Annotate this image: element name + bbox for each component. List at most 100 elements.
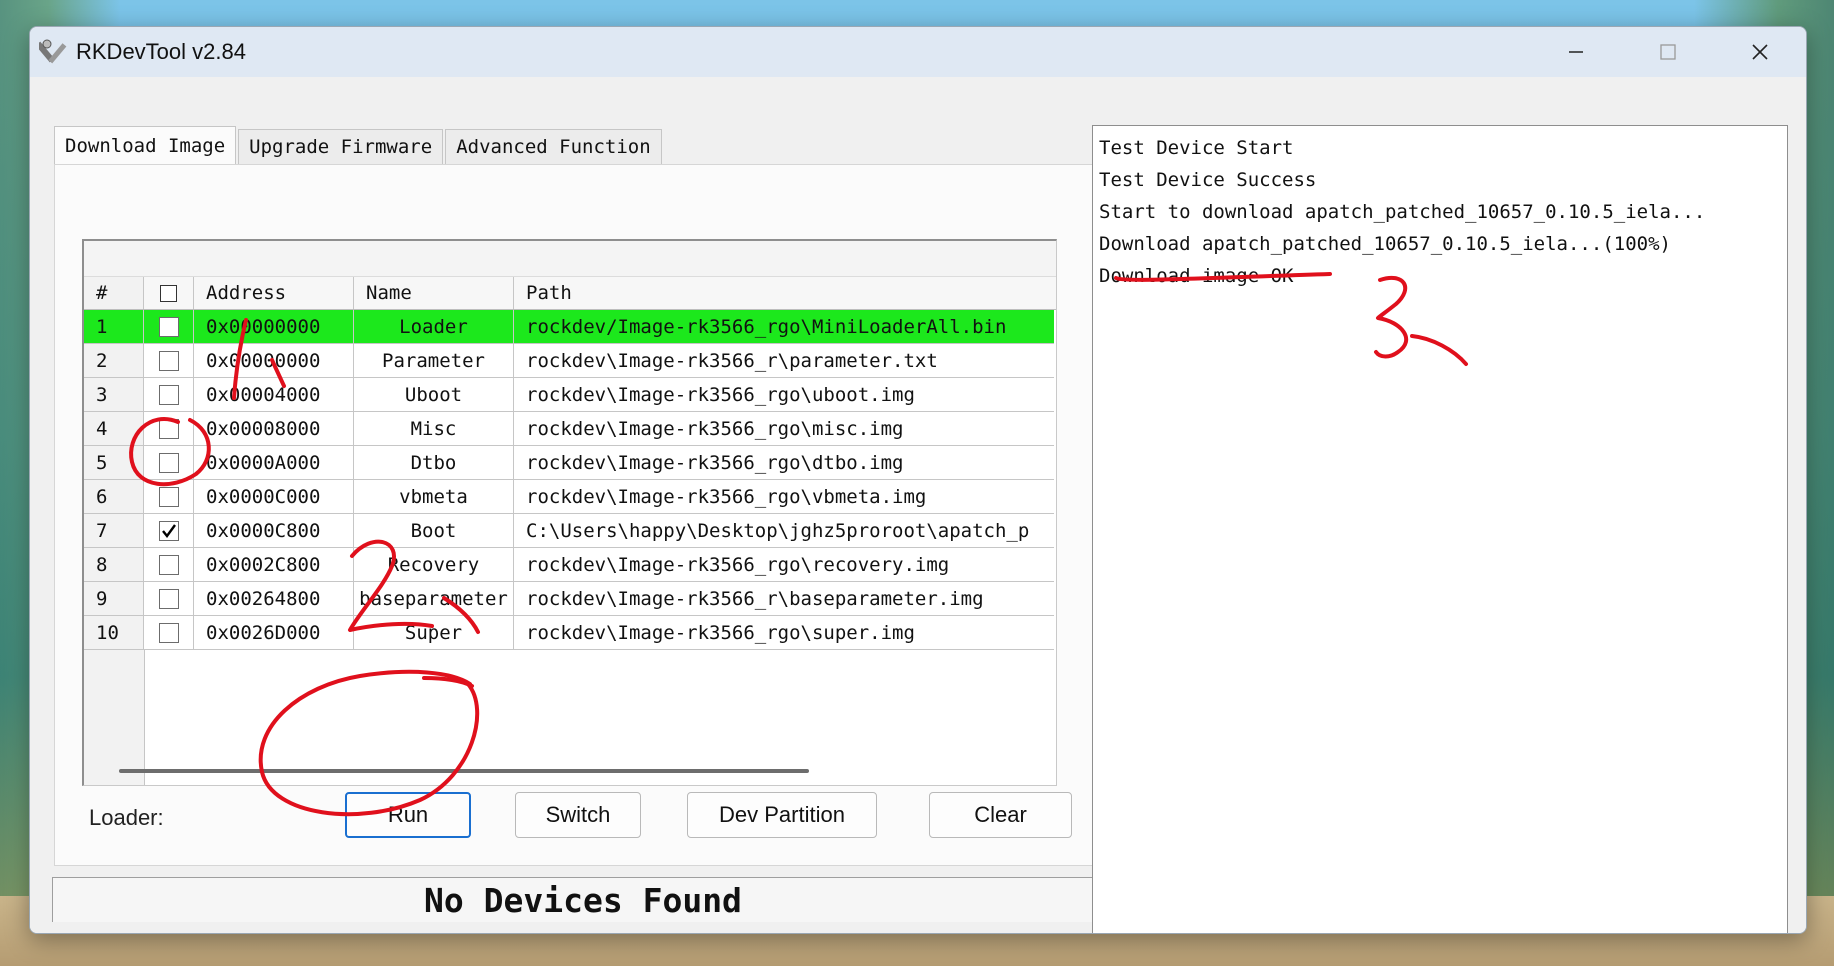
row-path[interactable]: rockdev\Image-rk3566_rgo\super.img <box>514 616 1054 650</box>
log-line: Test Device Success <box>1099 169 1317 191</box>
row-number: 9 <box>84 582 144 616</box>
horizontal-scrollbar[interactable] <box>119 769 809 773</box>
minimize-icon[interactable] <box>1530 27 1622 77</box>
close-icon[interactable] <box>1714 27 1806 77</box>
row-name[interactable]: Uboot <box>354 378 514 412</box>
row-name[interactable]: baseparameter <box>354 582 514 616</box>
row-path[interactable]: rockdev\Image-rk3566_r\baseparameter.img <box>514 582 1054 616</box>
row-name[interactable]: Dtbo <box>354 446 514 480</box>
row-path[interactable]: rockdev\Image-rk3566_r\parameter.txt <box>514 344 1054 378</box>
row-address[interactable]: 0x0000C800 <box>194 514 354 548</box>
row-checkbox-cell[interactable] <box>144 548 194 582</box>
log-line: Download image OK <box>1099 265 1294 287</box>
header-name: Name <box>354 277 514 309</box>
row-path[interactable]: rockdev\Image-rk3566_rgo\recovery.img <box>514 548 1054 582</box>
row-address[interactable]: 0x00000000 <box>194 344 354 378</box>
row-name[interactable]: Loader <box>354 310 514 344</box>
tab-upgrade-firmware[interactable]: Upgrade Firmware <box>238 129 444 165</box>
row-checkbox[interactable] <box>158 316 179 337</box>
dev-partition-button[interactable]: Dev Partition <box>687 792 877 838</box>
header-path: Path <box>526 282 572 304</box>
row-path[interactable]: C:\Users\happy\Desktop\jghz5proroot\apat… <box>514 514 1054 548</box>
row-name[interactable]: Recovery <box>354 548 514 582</box>
tab-download-image[interactable]: Download Image <box>54 126 237 166</box>
row-path[interactable]: rockdev\Image-rk3566_rgo\dtbo.img <box>514 446 1054 480</box>
row-name[interactable]: Misc <box>354 412 514 446</box>
row-checkbox-cell[interactable] <box>144 616 194 650</box>
row-checkbox[interactable] <box>158 588 179 609</box>
row-checkbox[interactable] <box>158 486 179 507</box>
row-number: 2 <box>84 344 144 378</box>
title-bar[interactable]: RKDevTool v2.84 <box>30 27 1806 77</box>
row-name[interactable]: vbmeta <box>354 480 514 514</box>
log-line: Start to download apatch_patched_10657_0… <box>1099 201 1706 223</box>
row-checkbox-cell[interactable] <box>144 514 194 548</box>
window-controls <box>1530 27 1806 77</box>
status-bar: No Devices Found <box>52 877 1114 922</box>
row-path[interactable]: rockdev/Image-rk3566_rgo\MiniLoaderAll.b… <box>514 310 1054 344</box>
row-checkbox[interactable] <box>158 418 179 439</box>
window-title: RKDevTool v2.84 <box>76 39 246 64</box>
table-row[interactable]: 4 0x00008000 Misc rockdev\Image-rk3566_rgo\… <box>84 412 1056 446</box>
row-address[interactable]: 0x0000A000 <box>194 446 354 480</box>
table-row[interactable]: 7 0x0000C800 Boot C:\Users\happy\Desktop\jg… <box>84 514 1056 548</box>
grid-top-strip <box>84 241 1056 277</box>
header-num: # <box>84 277 144 309</box>
row-checkbox[interactable] <box>158 384 179 405</box>
row-address[interactable]: 0x00000000 <box>194 310 354 344</box>
table-row[interactable]: 3 0x00004000 Uboot rockdev\Image-rk3566_rgo… <box>84 378 1056 412</box>
row-checkbox[interactable] <box>158 554 179 575</box>
client-area: Download Image Upgrade Firmware Advanced… <box>30 77 1806 933</box>
log-output[interactable]: Test Device Start Test Device Success Star… <box>1092 125 1788 933</box>
table-row[interactable]: 6 0x0000C000 vbmeta rockdev\Image-rk3566_rg… <box>84 480 1056 514</box>
switch-button[interactable]: Switch <box>515 792 641 838</box>
run-button[interactable]: Run <box>345 792 471 838</box>
row-checkbox-cell[interactable] <box>144 344 194 378</box>
clear-button[interactable]: Clear <box>929 792 1072 838</box>
row-checkbox-cell[interactable] <box>144 310 194 344</box>
row-path[interactable]: rockdev\Image-rk3566_rgo\vbmeta.img <box>514 480 1054 514</box>
row-number: 4 <box>84 412 144 446</box>
row-address[interactable]: 0x0002C800 <box>194 548 354 582</box>
tab-strip: Download Image Upgrade Firmware Advanced… <box>54 125 664 166</box>
table-row[interactable]: 8 0x0002C800 Recovery rockdev\Image-rk3566_… <box>84 548 1056 582</box>
tab-advanced-function[interactable]: Advanced Function <box>445 129 662 165</box>
table-row[interactable]: 5 0x0000A000 Dtbo rockdev\Image-rk3566_rgo\… <box>84 446 1056 480</box>
row-checkbox-cell[interactable] <box>144 480 194 514</box>
row-checkbox[interactable] <box>158 452 179 473</box>
checkmark-icon <box>161 523 176 538</box>
header-address: Address <box>194 277 354 309</box>
row-address[interactable]: 0x00008000 <box>194 412 354 446</box>
partition-grid: # Address Name Path 1 0x00000000 Loader roc… <box>82 239 1057 786</box>
row-address[interactable]: 0x00004000 <box>194 378 354 412</box>
download-image-panel: # Address Name Path 1 0x00000000 Loader roc… <box>54 164 1114 866</box>
loader-label: Loader: <box>89 805 164 830</box>
row-checkbox-cell[interactable] <box>144 582 194 616</box>
row-number: 1 <box>84 310 144 344</box>
row-address[interactable]: 0x0000C000 <box>194 480 354 514</box>
row-name[interactable]: Parameter <box>354 344 514 378</box>
row-checkbox-cell[interactable] <box>144 412 194 446</box>
maximize-icon[interactable] <box>1622 27 1714 77</box>
row-checkbox[interactable] <box>158 520 179 541</box>
row-number: 10 <box>84 616 144 650</box>
header-select-all[interactable] <box>144 277 194 309</box>
table-row[interactable]: 9 0x00264800 baseparameter rockdev\Image-rk… <box>84 582 1056 616</box>
table-row[interactable]: 1 0x00000000 Loader rockdev/Image-rk3566_rg… <box>84 310 1056 344</box>
row-checkbox[interactable] <box>158 350 179 371</box>
row-name[interactable]: Super <box>354 616 514 650</box>
row-address[interactable]: 0x00264800 <box>194 582 354 616</box>
select-all-checkbox[interactable] <box>160 284 177 302</box>
row-name[interactable]: Boot <box>354 514 514 548</box>
row-number: 8 <box>84 548 144 582</box>
row-address[interactable]: 0x0026D000 <box>194 616 354 650</box>
grid-rows: 1 0x00000000 Loader rockdev/Image-rk3566_rg… <box>84 310 1056 650</box>
table-row[interactable]: 2 0x00000000 Parameter rockdev\Image-rk3566… <box>84 344 1056 378</box>
row-path[interactable]: rockdev\Image-rk3566_rgo\uboot.img <box>514 378 1054 412</box>
table-row[interactable]: 10 0x0026D000 Super rockdev\Image-rk3566_rg… <box>84 616 1056 650</box>
row-checkbox-cell[interactable] <box>144 446 194 480</box>
row-checkbox[interactable] <box>158 622 179 643</box>
row-checkbox-cell[interactable] <box>144 378 194 412</box>
row-path[interactable]: rockdev\Image-rk3566_rgo\misc.img <box>514 412 1054 446</box>
rkdevtool-window: RKDevTool v2.84 Download Image Upgrade F… <box>29 26 1807 934</box>
